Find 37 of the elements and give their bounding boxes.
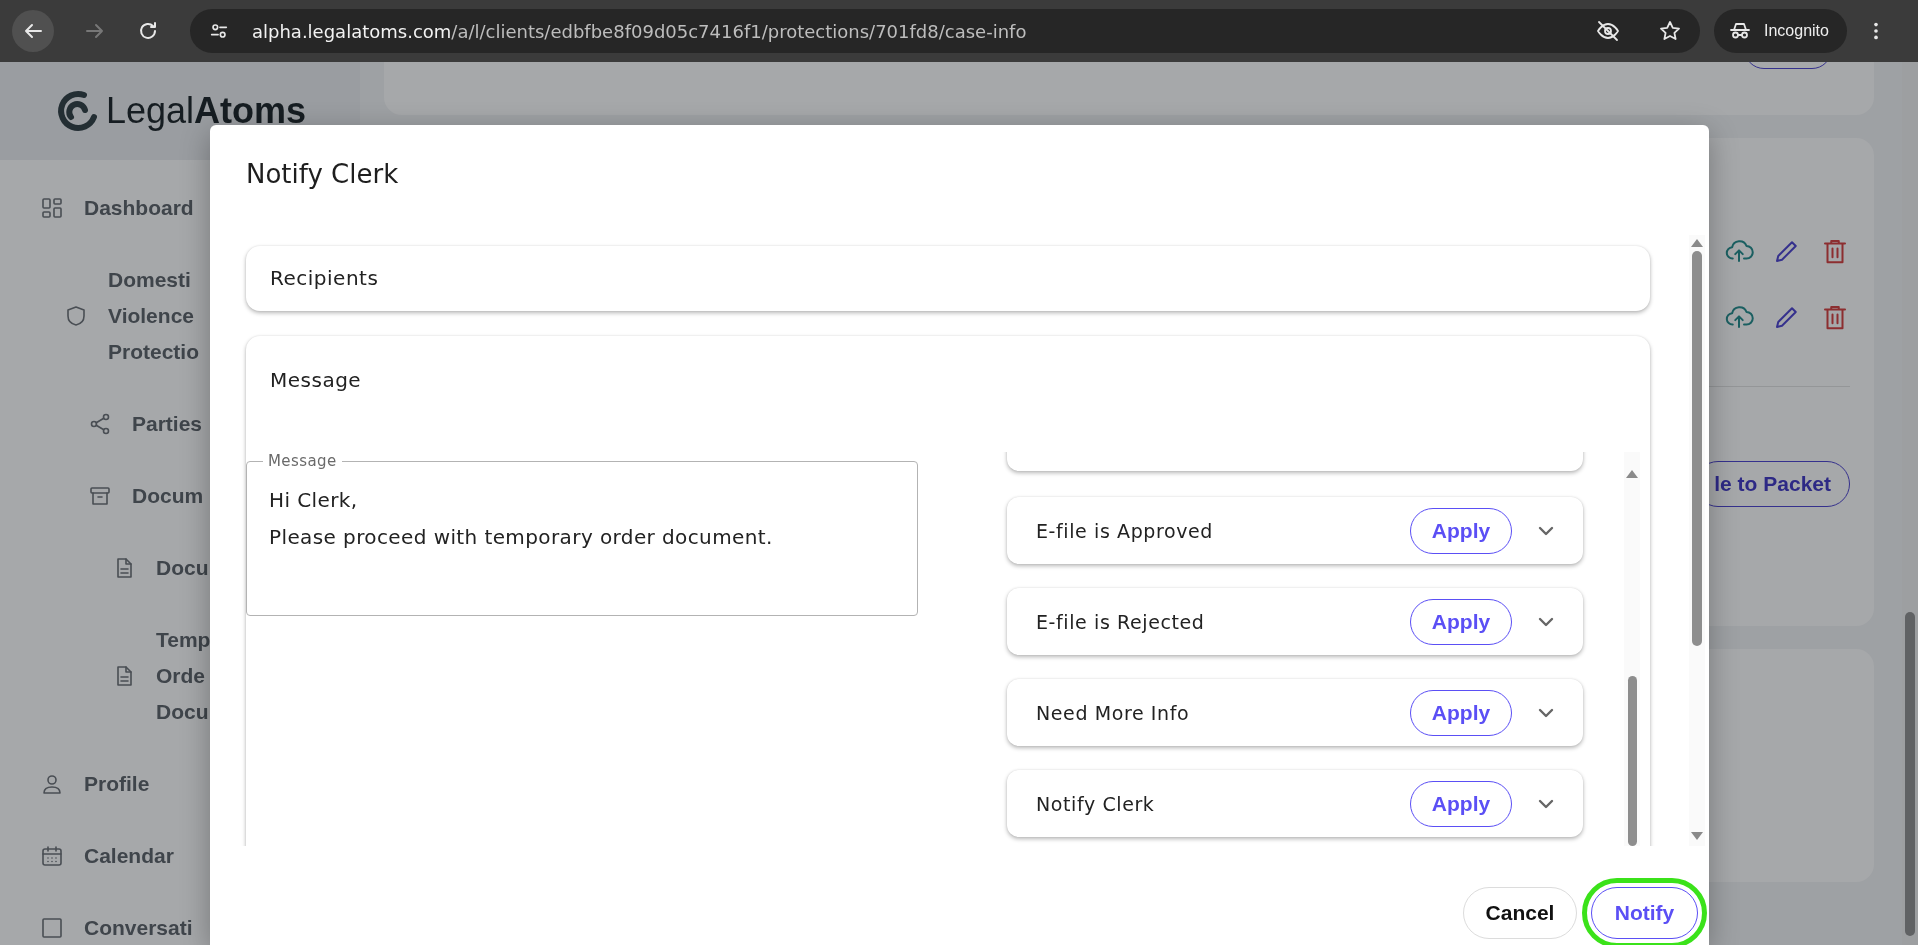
- profile-button[interactable]: Incognito: [1714, 9, 1847, 53]
- apply-button[interactable]: Apply: [1410, 689, 1512, 736]
- template-card[interactable]: Need More Info Apply: [1007, 679, 1583, 746]
- template-name: E-file is Approved: [1036, 519, 1214, 542]
- list-scrollbar[interactable]: [1624, 452, 1640, 846]
- template-card[interactable]: E-file is Rejected Apply: [1007, 588, 1583, 655]
- address-bar[interactable]: alpha.legalatoms.com/a/l/clients/edbfbe8f09d05c7416f1/protections/701fd8/case-info: [190, 9, 1700, 53]
- person-icon: [40, 772, 64, 796]
- apply-button[interactable]: Apply: [1410, 598, 1512, 645]
- message-text: Hi Clerk, Please proceed with temporary order document.: [269, 487, 774, 551]
- calendar-icon: [40, 844, 64, 868]
- sidebar-item[interactable]: Conversati: [0, 892, 360, 945]
- cancel-button[interactable]: Cancel: [1463, 887, 1577, 939]
- apply-button[interactable]: Apply: [1410, 507, 1512, 554]
- field-label: Message: [267, 452, 338, 470]
- archive-icon: [88, 484, 112, 508]
- section-card[interactable]: Recipients: [246, 246, 1650, 311]
- kebab-menu-icon[interactable]: [1872, 20, 1879, 42]
- section-card[interactable]: Message Message Hi Clerk, Please proceed with temporary order document. E-file is Approved Apply E-file is Rejected Apply Need More Info Apply Notify Clerk Apply: [246, 336, 1650, 846]
- dialog-scrollbar[interactable]: [1689, 235, 1705, 846]
- share-icon: [88, 412, 112, 436]
- section-title: Message: [269, 367, 363, 394]
- template-name: Need More Info: [1036, 701, 1191, 724]
- template-card[interactable]: Notify Clerk Apply: [1007, 770, 1583, 837]
- template-name: Notify Clerk: [1036, 792, 1156, 815]
- eye-off-icon[interactable]: [1596, 19, 1620, 43]
- template-name: E-file is Rejected: [1036, 610, 1206, 633]
- back-button[interactable]: [12, 10, 54, 52]
- grid-icon: [40, 196, 64, 220]
- url-text: alpha.legalatoms.com/a/l/clients/edbfbe8f09d05c7416f1/protections/701fd8/case-info: [252, 20, 1028, 42]
- message-field[interactable]: Message Hi Clerk, Please proceed with temporary order document.: [246, 452, 918, 616]
- logo-text: LegalAtoms: [106, 90, 307, 132]
- template-card[interactable]: E-file is Approved Apply: [1007, 497, 1583, 564]
- apply-button[interactable]: Apply: [1410, 780, 1512, 827]
- star-icon[interactable]: [1658, 19, 1682, 43]
- dialog-title: Notify Clerk: [245, 158, 399, 191]
- shield-icon: [64, 304, 88, 328]
